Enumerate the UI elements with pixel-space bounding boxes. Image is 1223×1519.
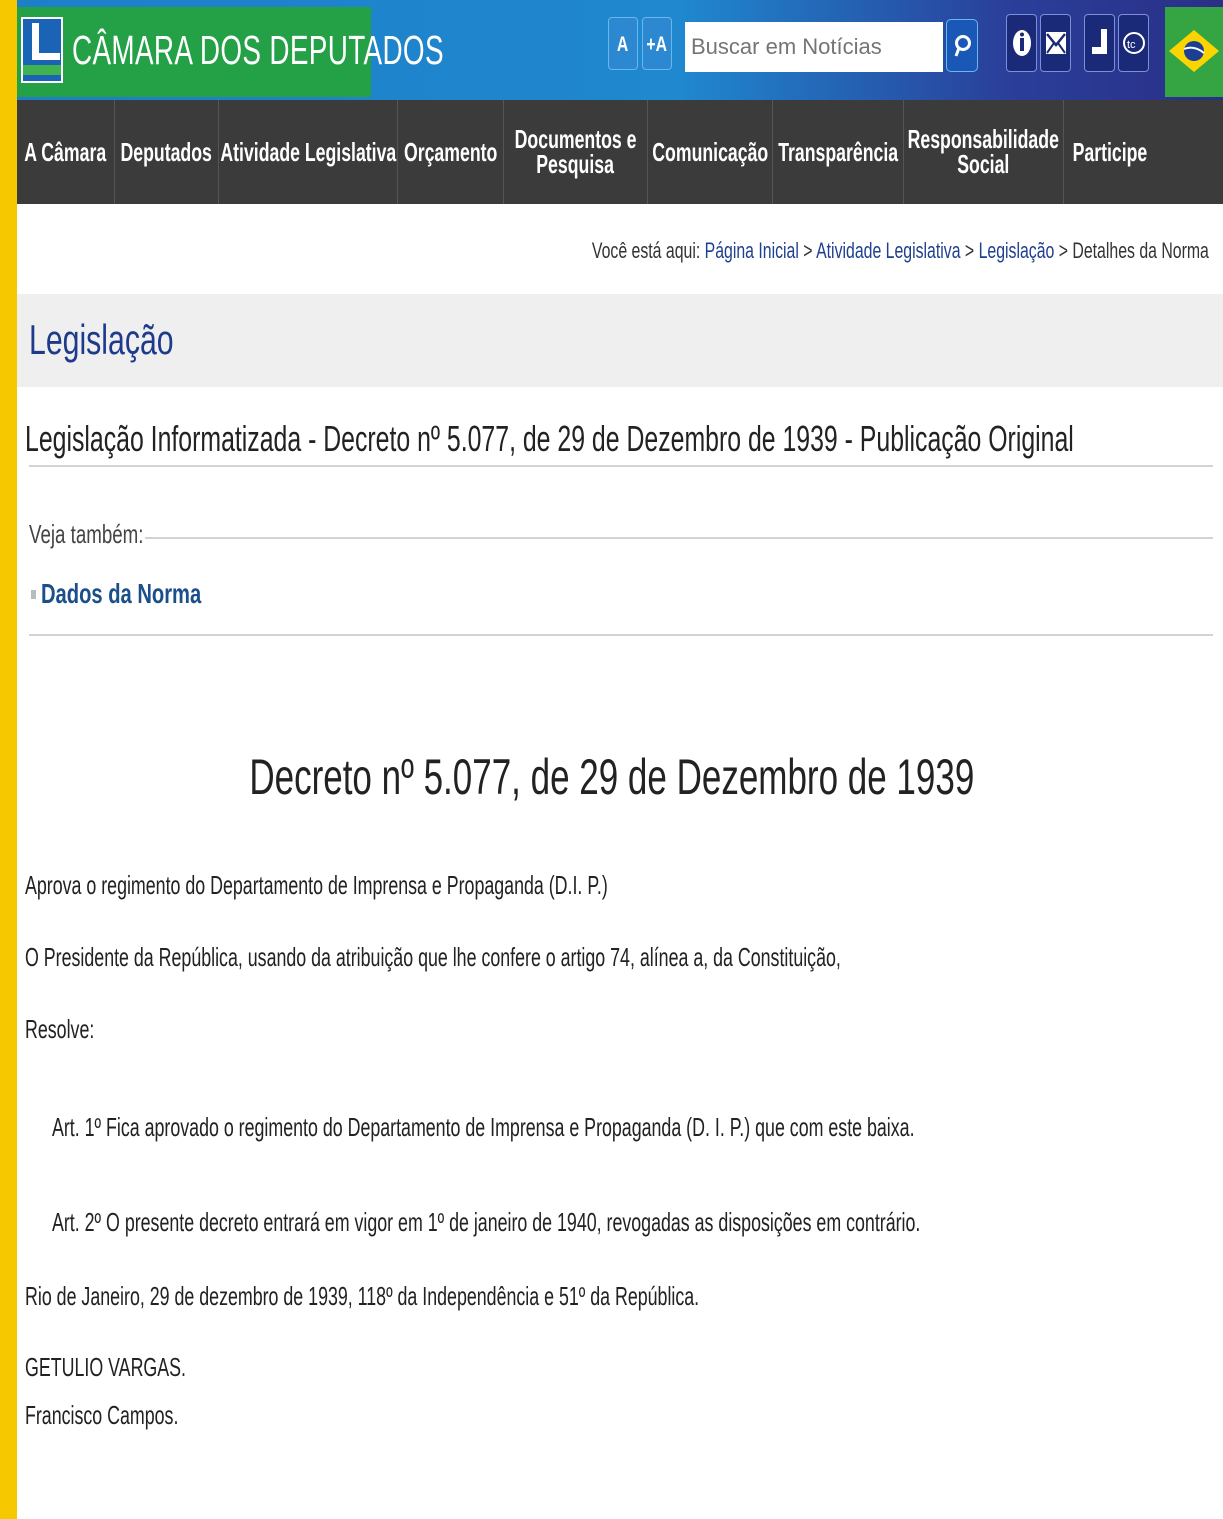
- nav-item-orcamento[interactable]: Orçamento: [398, 100, 504, 204]
- nav-item-responsabilidade-social[interactable]: Responsabilidade Social: [904, 100, 1064, 204]
- breadcrumb: Você está aqui: Página Inicial > Ativida…: [592, 238, 1209, 264]
- nav-label-line2: Social: [957, 149, 1010, 179]
- accessibility-icon: [1013, 30, 1031, 56]
- nav-label: A Câmara: [24, 136, 107, 167]
- accessibility-button[interactable]: [1006, 14, 1037, 72]
- document-heading: Legislação Informatizada - Decreto nº 5.…: [25, 418, 1074, 459]
- svg-text:tc: tc: [1127, 39, 1136, 51]
- decree-article-2: Art. 2º O presente decreto entrará em vi…: [52, 1207, 921, 1237]
- main-navigation: A Câmara Deputados Atividade Legislativa…: [17, 100, 1223, 204]
- decree-resolve: Resolve:: [25, 1014, 95, 1044]
- search-button[interactable]: [946, 19, 978, 72]
- breadcrumb-prefix: Você está aqui:: [592, 238, 701, 263]
- decree-ementa: Aprova o regimento do Departamento de Im…: [25, 870, 608, 900]
- decree-article-1: Art. 1º Fica aprovado o regimento do Dep…: [52, 1112, 915, 1142]
- decree-place-date: Rio de Janeiro, 29 de dezembro de 1939, …: [25, 1281, 700, 1311]
- libras-icon: [1092, 29, 1107, 54]
- nav-item-a-camara[interactable]: A Câmara: [17, 100, 115, 204]
- breadcrumb-separator: >: [803, 238, 813, 263]
- brand-logo-link[interactable]: CÂMARA DOS DEPUTADOS: [17, 7, 444, 97]
- section-title-band: Legislação: [17, 294, 1223, 387]
- nav-label: Transparência: [778, 136, 898, 167]
- nav-item-comunicacao[interactable]: Comunicação: [648, 100, 773, 204]
- nav-item-participe[interactable]: Participe: [1064, 100, 1156, 204]
- site-title: CÂMARA DOS DEPUTADOS: [72, 27, 444, 73]
- site-header: CÂMARA DOS DEPUTADOS A +A Buscar em Notí…: [17, 0, 1223, 100]
- dados-da-norma-link[interactable]: Dados da Norma: [41, 578, 201, 610]
- nav-label: Comunicação: [652, 136, 768, 167]
- brazil-flag-icon: [1169, 30, 1219, 72]
- decree-title-text: Decreto nº 5.077, de 29 de Dezembro de 1…: [249, 749, 974, 805]
- heading-divider: [29, 465, 1213, 467]
- decree-signature-minister: Francisco Campos.: [25, 1400, 179, 1430]
- libras-button[interactable]: [1084, 14, 1115, 72]
- see-also-label: Veja também:: [29, 519, 144, 549]
- decree-preamble: O Presidente da República, usando da atr…: [25, 942, 841, 972]
- nav-label: Deputados: [120, 136, 213, 167]
- nav-label-line2: Pesquisa: [536, 149, 615, 179]
- tv-camara-button[interactable]: tc: [1118, 14, 1149, 72]
- search-icon: [954, 35, 971, 57]
- section-divider: [29, 634, 1213, 636]
- camara-logo-icon: [21, 17, 63, 83]
- breadcrumb-separator: >: [965, 238, 975, 263]
- mail-icon: [1046, 32, 1066, 54]
- nav-label: Participe: [1072, 136, 1148, 167]
- nav-item-deputados[interactable]: Deputados: [115, 100, 219, 204]
- page-title: Legislação: [29, 316, 174, 363]
- font-increase-button[interactable]: +A: [642, 17, 672, 70]
- decree-signature-president: GETULIO VARGAS.: [25, 1352, 186, 1382]
- nav-label: Atividade Legislativa: [220, 136, 396, 167]
- see-also-divider: [145, 537, 1213, 539]
- contact-button[interactable]: [1040, 14, 1071, 72]
- nav-item-documentos-pesquisa[interactable]: Documentos e Pesquisa: [504, 100, 648, 204]
- breadcrumb-link-home[interactable]: Página Inicial: [705, 238, 799, 263]
- breadcrumb-separator: >: [1058, 238, 1069, 263]
- nav-item-atividade-legislativa[interactable]: Atividade Legislativa: [219, 100, 398, 204]
- bullet-icon: [31, 590, 36, 599]
- nav-item-transparencia[interactable]: Transparência: [773, 100, 904, 204]
- breadcrumb-link-legislacao[interactable]: Legislação: [979, 238, 1055, 263]
- font-decrease-label: A: [617, 33, 629, 56]
- search-input[interactable]: [685, 22, 943, 72]
- breadcrumb-link-atividade[interactable]: Atividade Legislativa: [816, 238, 960, 263]
- brazil-gov-link[interactable]: [1165, 7, 1223, 97]
- tv-icon: tc: [1123, 32, 1145, 54]
- nav-label: Orçamento: [403, 136, 498, 167]
- font-decrease-button[interactable]: A: [608, 17, 638, 70]
- decree-title: Decreto nº 5.077, de 29 de Dezembro de 1…: [0, 748, 1223, 806]
- font-increase-label: +A: [646, 33, 668, 56]
- breadcrumb-current: Detalhes da Norma: [1072, 238, 1209, 263]
